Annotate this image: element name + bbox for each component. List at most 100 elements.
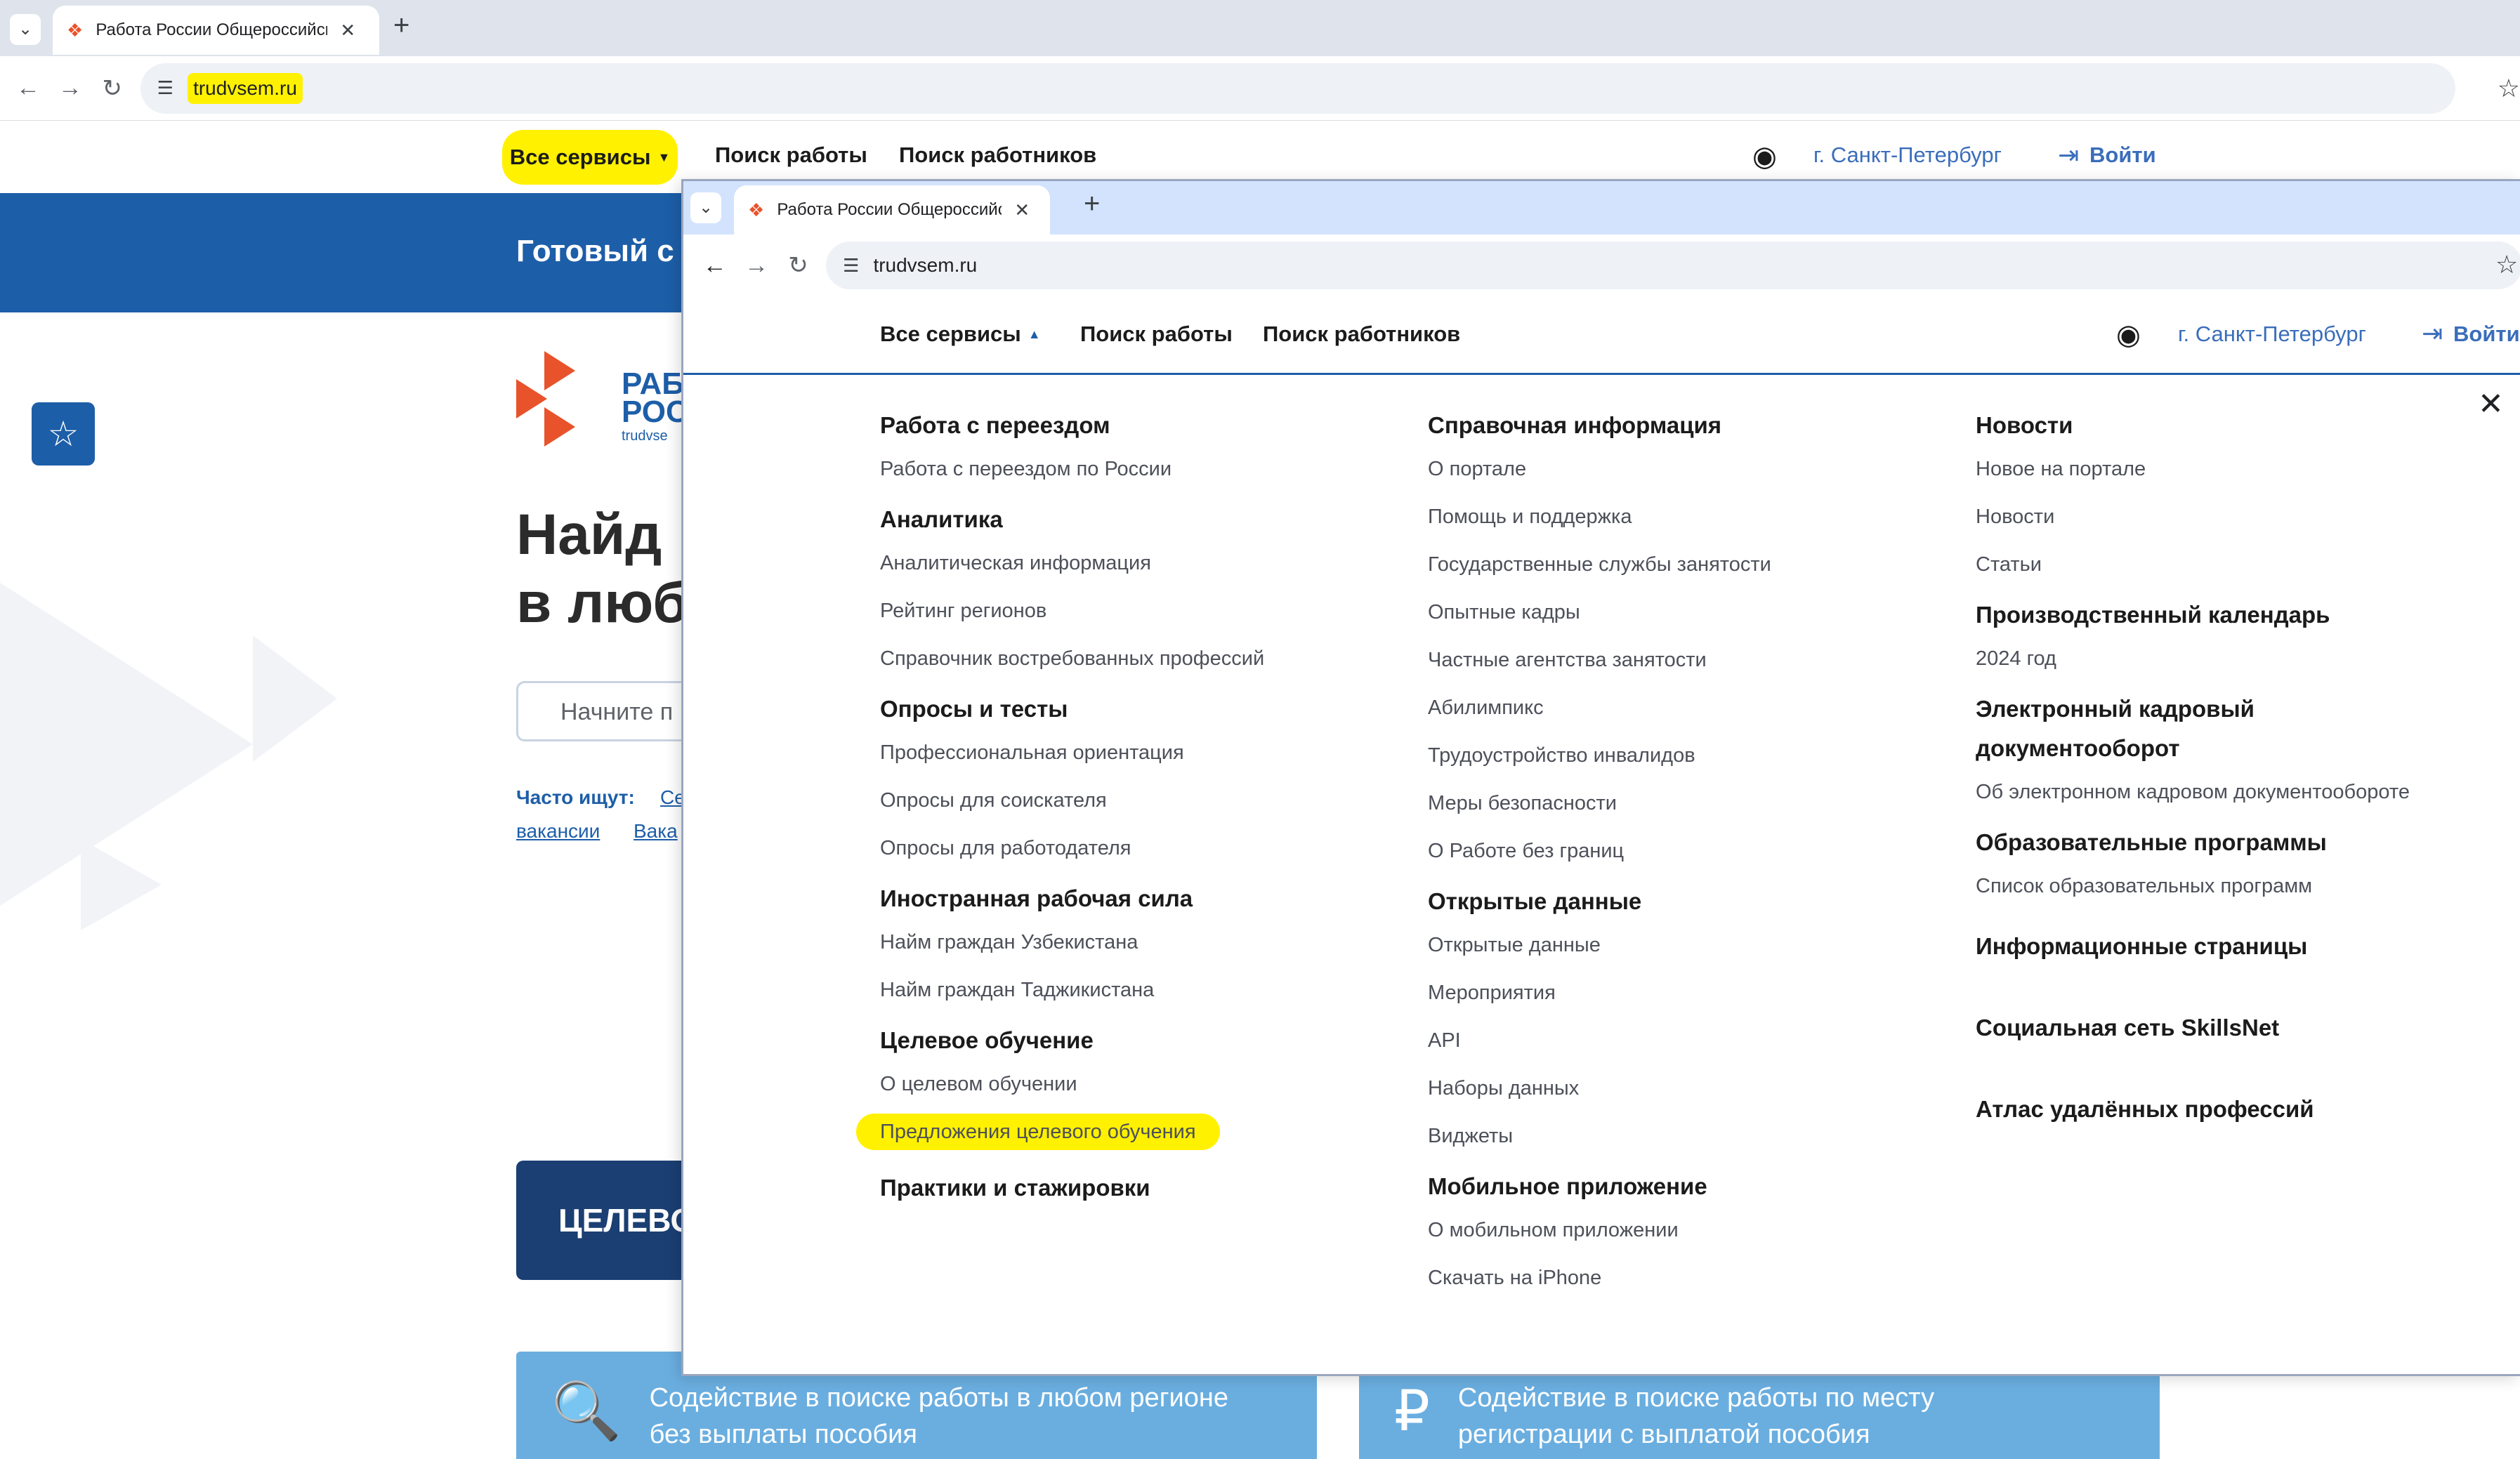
- menu-link[interactable]: Аналитическая информация: [880, 539, 1372, 587]
- menu-section-title: Электронный кадровый: [1976, 696, 2255, 722]
- menu-section-title: Открытые данные: [1428, 888, 1642, 914]
- menu-link[interactable]: Справочник востребованных профессий: [880, 635, 1372, 682]
- caret-down-icon: ▼: [657, 150, 671, 164]
- new-tab-icon[interactable]: +: [1084, 188, 1100, 220]
- menu-section-link[interactable]: Атлас удалённых профессий: [1976, 1090, 2495, 1129]
- menu-link[interactable]: 2024 год: [1976, 635, 2495, 682]
- outer-tab-list-button[interactable]: ⌄: [10, 14, 41, 45]
- address-bar[interactable]: ☰ trudvsem.ru: [826, 242, 2520, 289]
- logo-subtext: trudvse: [622, 428, 668, 444]
- menu-link[interactable]: Наборы данных: [1428, 1064, 1948, 1112]
- worker-search-link[interactable]: Поиск работников: [1263, 322, 1460, 347]
- login-icon[interactable]: ⇥: [2422, 319, 2443, 348]
- bookmark-star-icon[interactable]: ☆: [2498, 74, 2520, 103]
- reload-icon[interactable]: ↻: [777, 251, 819, 279]
- service-card-registration-text: Содействие в поиске работы по месту реги…: [1457, 1383, 1935, 1449]
- back-icon[interactable]: ←: [694, 252, 735, 279]
- caret-up-icon: ▲: [1028, 326, 1041, 341]
- city-selector[interactable]: г. Санкт-Петербург: [2178, 322, 2366, 347]
- menu-section-title: Производственный календарь: [1976, 602, 2330, 628]
- menu-link-highlighted[interactable]: Предложения целевого обучения: [856, 1108, 1372, 1156]
- menu-link[interactable]: Виджеты: [1428, 1112, 1948, 1160]
- address-bar[interactable]: ☰ trudvsem.ru: [140, 62, 2455, 114]
- favorites-button[interactable]: ☆: [32, 402, 95, 466]
- menu-column-3: Новости Новое на портале Новости Статьи …: [1976, 406, 2495, 1129]
- menu-link[interactable]: Список образовательных программ: [1976, 862, 2495, 910]
- all-services-button[interactable]: Все сервисы ▼: [502, 130, 678, 185]
- bookmark-star-icon[interactable]: ☆: [2495, 250, 2518, 279]
- menu-link[interactable]: Статьи: [1976, 541, 2495, 588]
- menu-link[interactable]: Опросы для соискателя: [880, 777, 1372, 824]
- tab-close-icon[interactable]: ✕: [1014, 199, 1030, 221]
- logo-mark-icon: [544, 351, 575, 390]
- job-search-link[interactable]: Поиск работы: [715, 143, 867, 168]
- city-selector[interactable]: г. Санкт-Петербург: [1813, 143, 2002, 168]
- login-link[interactable]: Войти: [2453, 322, 2520, 347]
- url-text: trudvsem.ru: [188, 72, 303, 104]
- menu-link[interactable]: Об электронном кадровом документообороте: [1976, 768, 2495, 816]
- menu-section-title: Работа с переездом: [880, 412, 1110, 438]
- menu-section-title: Справочная информация: [1428, 412, 1722, 438]
- menu-link[interactable]: Опросы для работодателя: [880, 824, 1372, 872]
- menu-link[interactable]: О портале: [1428, 445, 1948, 493]
- worker-search-link[interactable]: Поиск работников: [899, 143, 1096, 168]
- promo-banner-text: Готовый с: [516, 234, 674, 268]
- menu-link[interactable]: Новое на портале: [1976, 445, 2495, 493]
- accessibility-eye-icon[interactable]: ◉: [1752, 140, 1777, 173]
- often-searched-link[interactable]: вакансии: [516, 820, 600, 843]
- tab-title: Работа России Общероссийск: [96, 20, 328, 39]
- menu-link[interactable]: Абилимпикс: [1428, 684, 1948, 732]
- menu-link[interactable]: Частные агентства занятости: [1428, 636, 1948, 684]
- url-text: trudvsem.ru: [873, 254, 978, 276]
- menu-link[interactable]: Государственные службы занятости: [1428, 541, 1948, 588]
- login-icon[interactable]: ⇥: [2058, 140, 2079, 170]
- menu-link[interactable]: Профессиональная ориентация: [880, 729, 1372, 777]
- login-link[interactable]: Войти: [2089, 143, 2156, 168]
- menu-link[interactable]: Опытные кадры: [1428, 588, 1948, 636]
- menu-section-link[interactable]: Социальная сеть SkillsNet: [1976, 1008, 2495, 1048]
- promo-banner[interactable]: Готовый с: [0, 193, 688, 312]
- menu-link[interactable]: Скачать на iPhone: [1428, 1254, 1948, 1302]
- new-tab-icon[interactable]: +: [393, 10, 409, 41]
- menu-link[interactable]: Открытые данные: [1428, 921, 1948, 969]
- forward-icon[interactable]: →: [735, 252, 777, 279]
- menu-section-title: Опросы и тесты: [880, 696, 1068, 722]
- outer-tab[interactable]: ❖ Работа России Общероссийск ✕: [53, 6, 379, 55]
- target-training-banner[interactable]: ЦЕЛЕВО: [516, 1161, 699, 1280]
- menu-column-1: Работа с переездом Работа с переездом по…: [856, 406, 1372, 1208]
- tab-title: Работа России Общероссийск: [777, 200, 1002, 219]
- menu-link[interactable]: API: [1428, 1017, 1948, 1064]
- menu-section-title: Аналитика: [880, 506, 1003, 532]
- reload-icon[interactable]: ↻: [91, 74, 133, 103]
- menu-link[interactable]: Работа с переездом по России: [880, 445, 1372, 493]
- menu-link[interactable]: О Работе без границ: [1428, 827, 1948, 875]
- often-searched-link[interactable]: Вака: [634, 820, 678, 843]
- menu-link[interactable]: Меры безопасности: [1428, 779, 1948, 827]
- accessibility-eye-icon[interactable]: ◉: [2116, 319, 2141, 351]
- inner-tab[interactable]: ❖ Работа России Общероссийск ✕: [734, 185, 1050, 235]
- site-settings-icon[interactable]: ☰: [843, 255, 859, 277]
- menu-link[interactable]: Рейтинг регионов: [880, 587, 1372, 635]
- menu-link[interactable]: Найм граждан Таджикистана: [880, 966, 1372, 1014]
- site-favicon-icon: ❖: [67, 19, 84, 41]
- inner-tab-list-button[interactable]: ⌄: [690, 192, 721, 223]
- site-settings-icon[interactable]: ☰: [157, 77, 173, 99]
- forward-icon[interactable]: →: [49, 74, 91, 102]
- job-search-link[interactable]: Поиск работы: [1080, 322, 1233, 347]
- menu-link[interactable]: О мобильном приложении: [1428, 1206, 1948, 1254]
- all-services-label: Все сервисы: [509, 145, 651, 169]
- back-icon[interactable]: ←: [7, 74, 49, 102]
- menu-link[interactable]: Помощь и поддержка: [1428, 493, 1948, 541]
- site-logo[interactable]: РАБ РОС trudvse: [516, 351, 688, 449]
- target-training-banner-text: ЦЕЛЕВО: [558, 1202, 696, 1239]
- menu-link[interactable]: Найм граждан Узбекистана: [880, 918, 1372, 966]
- menu-link[interactable]: Мероприятия: [1428, 969, 1948, 1017]
- menu-section-link[interactable]: Информационные страницы: [1976, 927, 2495, 966]
- inner-browser-window: ⌄ ❖ Работа России Общероссийск ✕ + ← → ↻…: [681, 179, 2520, 1376]
- job-search-magnifier-icon: 🔍: [551, 1380, 622, 1442]
- tab-close-icon[interactable]: ✕: [340, 20, 355, 41]
- menu-link[interactable]: Новости: [1976, 493, 2495, 541]
- menu-link[interactable]: Трудоустройство инвалидов: [1428, 732, 1948, 779]
- all-services-button[interactable]: Все сервисы ▲: [880, 322, 1041, 347]
- menu-link[interactable]: О целевом обучении: [880, 1060, 1372, 1108]
